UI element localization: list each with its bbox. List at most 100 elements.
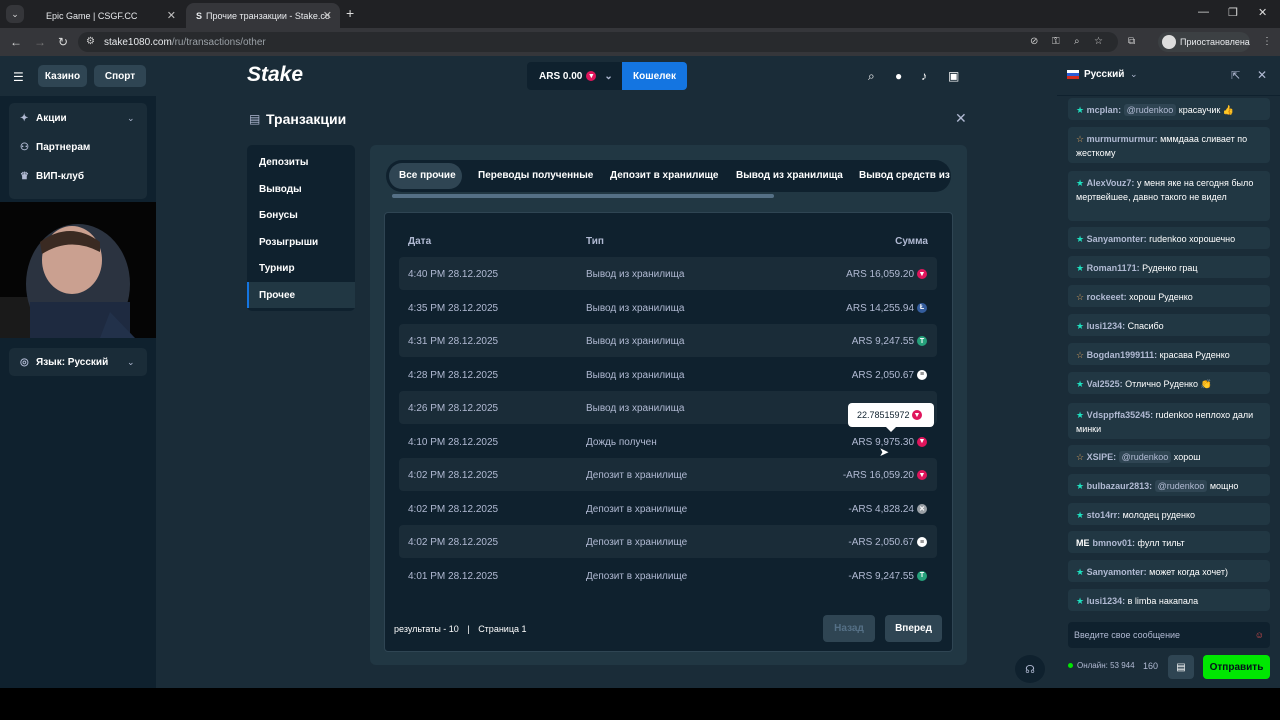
filter-all-other[interactable]: Все прочие: [399, 170, 456, 181]
next-button[interactable]: Вперед: [885, 615, 942, 642]
chat-username[interactable]: mcplan:: [1087, 105, 1122, 115]
sidebar-item-affiliate[interactable]: ⚇ Партнерам: [20, 142, 90, 153]
chat-username[interactable]: Bogdan1999111:: [1087, 350, 1158, 360]
row-amount: -ARS 9,247.55: [848, 570, 914, 582]
chat-username[interactable]: murmurmurmur:: [1087, 134, 1158, 144]
chat-username[interactable]: sto14rr:: [1087, 510, 1121, 520]
url-field[interactable]: stake1080.com/ru/transactions/other: [78, 32, 1118, 52]
chat-username[interactable]: Roman1171:: [1087, 263, 1140, 273]
chat-username[interactable]: lusi1234:: [1087, 596, 1126, 606]
window-close-icon[interactable]: ✕: [1258, 6, 1267, 19]
chat-username[interactable]: bmnov01:: [1093, 538, 1136, 548]
rules-icon[interactable]: ▤: [1168, 655, 1194, 679]
row-amount: ARS 16,059.20: [846, 269, 914, 280]
column-header-date[interactable]: Дата: [408, 236, 431, 247]
headset-icon[interactable]: ☊: [1015, 655, 1045, 683]
popout-icon[interactable]: ⇱: [1231, 69, 1240, 82]
filter-transfers-received[interactable]: Переводы полученные: [478, 170, 593, 181]
chat-username[interactable]: Sanyamonter:: [1087, 567, 1147, 577]
close-icon[interactable]: ✕: [323, 9, 332, 22]
password-key-icon[interactable]: ⚿: [1052, 36, 1060, 47]
row-type: Вывод из хранилища: [586, 269, 685, 280]
nav-bonuses[interactable]: Бонусы: [259, 210, 298, 221]
balance-selector[interactable]: ARS 0.00 ▼ ⌄: [527, 62, 623, 90]
url-path: /ru/transactions/other: [171, 36, 266, 48]
forward-icon[interactable]: →: [34, 35, 46, 49]
chat-username[interactable]: rockeeet:: [1087, 292, 1127, 302]
filter-withdraw-from[interactable]: Вывод средств из ка: [859, 170, 951, 181]
chat-username[interactable]: Vdsppffa35245:: [1087, 410, 1154, 420]
chat-username[interactable]: XSIPE:: [1087, 452, 1117, 462]
trx-coin-icon: ▼: [586, 71, 597, 81]
wallet-button[interactable]: Кошелек: [622, 62, 687, 90]
extensions-icon[interactable]: ⧉: [1128, 36, 1135, 47]
close-icon[interactable]: ✕: [1257, 68, 1267, 82]
close-icon[interactable]: ✕: [955, 110, 967, 127]
row-amount: ARS 9,247.55: [851, 336, 914, 347]
chat-input[interactable]: Введите свое сообщение ☺: [1068, 622, 1270, 648]
chat-username[interactable]: lusi1234:: [1087, 321, 1126, 331]
close-icon[interactable]: ✕: [167, 9, 176, 22]
user-icon[interactable]: ●: [895, 69, 902, 83]
new-tab-icon[interactable]: +: [346, 5, 354, 21]
bookmark-star-icon[interactable]: ☆: [1094, 36, 1103, 47]
minimize-icon[interactable]: —: [1198, 6, 1209, 18]
search-icon[interactable]: ⌕: [868, 69, 875, 84]
chevron-down-icon[interactable]: ⌄: [1130, 69, 1138, 80]
chat-text: может когда хочет): [1149, 567, 1228, 577]
bell-icon[interactable]: ♪: [921, 69, 927, 83]
star-icon: ★: [1076, 234, 1087, 244]
menu-dots-icon[interactable]: ⋮: [1262, 36, 1272, 47]
sport-button[interactable]: Спорт: [94, 65, 146, 87]
chat-text: Отлично Руденко 👏: [1125, 379, 1212, 389]
nav-withdrawals[interactable]: Выводы: [259, 184, 302, 195]
prev-button[interactable]: Назад: [823, 615, 875, 642]
mention-tag[interactable]: @rudenkoo: [1154, 480, 1208, 492]
chat-username[interactable]: Sanyamonter:: [1087, 234, 1147, 244]
casino-button[interactable]: Казино: [38, 65, 87, 87]
chat-username[interactable]: AlexVouz7:: [1087, 178, 1135, 188]
sol-coin-icon: ≡: [917, 537, 927, 547]
menu-icon[interactable]: ☰: [13, 70, 24, 84]
filter-scrollbar[interactable]: [392, 194, 774, 198]
sidebar-item-promotions[interactable]: ✦ Акции: [20, 113, 67, 124]
send-button[interactable]: Отправить: [1203, 655, 1270, 679]
mention-tag[interactable]: @rudenkoo: [1118, 451, 1172, 463]
nav-raffles[interactable]: Розыгрыши: [259, 237, 318, 248]
browser-tab-stake[interactable]: S Прочие транзакции - Stake.co ✕: [186, 3, 340, 28]
chat-username[interactable]: bulbazaur2813:: [1087, 481, 1153, 491]
chat-toggle-icon[interactable]: ▣: [948, 69, 959, 83]
eye-off-icon[interactable]: ⊘: [1030, 36, 1038, 47]
chat-text: молодец руденко: [1122, 510, 1196, 520]
reload-icon[interactable]: ↻: [58, 35, 68, 49]
filter-vault-withdraw[interactable]: Вывод из хранилища: [736, 170, 843, 181]
chat-username[interactable]: Val2525:: [1087, 379, 1123, 389]
emoji-icon[interactable]: ☺: [1255, 630, 1264, 640]
chat-language[interactable]: Русский: [1084, 69, 1124, 80]
nav-deposits[interactable]: Депозиты: [259, 157, 308, 168]
chat-message: ME bmnov01: фулл тильт: [1068, 531, 1270, 553]
profile-button[interactable]: Приостановлена: [1158, 32, 1250, 52]
chat-message: ★ bulbazaur2813: @rudenkoo мощно: [1068, 474, 1270, 496]
chevron-down-icon[interactable]: ⌄: [127, 113, 135, 124]
chat-message: ★ Sanyamonter: rudenkoo хорошечно: [1068, 227, 1270, 249]
tab-search-icon[interactable]: ⌄: [6, 5, 24, 23]
chat-text: красава Руденко: [1159, 350, 1230, 360]
chat-message: ★ AlexVouz7: у меня яке на сегодня было …: [1068, 171, 1270, 221]
filter-vault-deposit[interactable]: Депозит в хранилище: [610, 170, 718, 181]
back-icon[interactable]: ←: [10, 35, 22, 49]
chat-header: Русский ⌄ ⇱ ✕: [1057, 56, 1280, 96]
chevron-down-icon[interactable]: ⌄: [127, 357, 135, 368]
nav-other[interactable]: Прочее: [259, 290, 295, 301]
sidebar-item-vip[interactable]: ♛ ВИП-клуб: [20, 171, 84, 182]
usdt-coin-icon: T: [917, 570, 927, 581]
sidebar-item-label: Акции: [36, 113, 67, 124]
language-selector[interactable]: ◎ Язык: Русский: [20, 357, 108, 368]
restore-icon[interactable]: ❐: [1228, 6, 1238, 19]
nav-tournament[interactable]: Турнир: [259, 263, 295, 274]
site-info-icon[interactable]: ⚙: [86, 36, 95, 47]
zoom-icon[interactable]: ⌕: [1074, 36, 1080, 47]
mention-tag[interactable]: @rudenkoo: [1123, 104, 1177, 116]
browser-tab-epic[interactable]: Epic Game | CSGF.CC ✕: [36, 3, 184, 28]
stake-logo[interactable]: Stake: [247, 63, 303, 87]
